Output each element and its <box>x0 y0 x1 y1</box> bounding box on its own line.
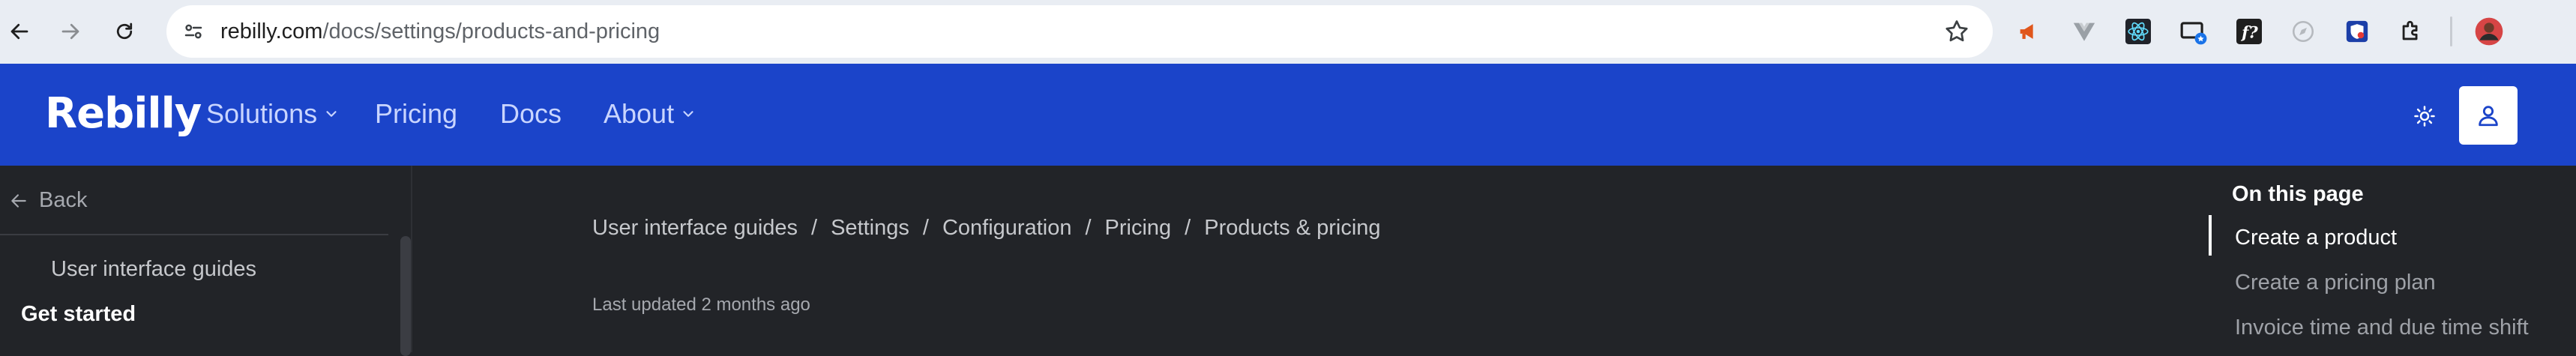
sun-icon[interactable] <box>2410 101 2440 131</box>
back-link[interactable]: Back <box>9 188 87 213</box>
toc-item-create-a-pricing-plan[interactable]: Create a pricing plan <box>2235 271 2436 295</box>
cast-icon[interactable] <box>2176 13 2212 49</box>
nav-label: Solutions <box>206 98 318 129</box>
react-icon[interactable] <box>2120 13 2156 49</box>
puzzle-icon[interactable] <box>2393 13 2429 49</box>
toc-title: On this page <box>2232 182 2364 206</box>
nav-about[interactable]: About <box>604 98 696 130</box>
forward-arrow-icon[interactable] <box>52 13 88 49</box>
url-host: rebilly.com <box>220 19 323 43</box>
shield-icon[interactable] <box>2339 13 2375 49</box>
user-account-button[interactable] <box>2459 86 2518 145</box>
bookmark-star-icon[interactable] <box>1943 18 1970 45</box>
site-settings-icon[interactable] <box>177 15 210 48</box>
nav-docs[interactable]: Docs <box>500 98 562 130</box>
nav-label: Pricing <box>375 98 458 129</box>
chevron-down-icon <box>683 111 693 117</box>
nav-solutions[interactable]: Solutions <box>206 98 340 130</box>
toc-active-indicator <box>2209 215 2212 256</box>
vue-icon[interactable] <box>2066 13 2102 49</box>
chevron-down-icon <box>326 111 337 117</box>
divider <box>411 166 412 352</box>
megaphone-icon[interactable] <box>2011 13 2047 49</box>
nav-label: Docs <box>500 98 562 129</box>
docs-sidebar: Back User interface guides Get started <box>0 166 411 356</box>
toc-item-create-a-product[interactable]: Create a product <box>2235 226 2397 250</box>
breadcrumb-item[interactable]: Settings <box>831 216 909 241</box>
breadcrumb-separator: / <box>811 216 818 240</box>
breadcrumb-separator: / <box>1185 216 1191 240</box>
function-icon[interactable]: f? <box>2231 13 2267 49</box>
last-updated: Last updated 2 months ago <box>592 295 810 315</box>
table-of-contents: On this page Create a product Create a p… <box>2209 166 2576 352</box>
toc-item-invoice-time-and-due-time-shift[interactable]: Invoice time and due time shift <box>2235 316 2529 340</box>
address-bar[interactable]: rebilly.com/docs/settings/products-and-p… <box>166 5 1993 58</box>
breadcrumb-item[interactable]: Pricing <box>1105 216 1172 241</box>
nav-label: About <box>604 98 675 129</box>
breadcrumb-item[interactable]: Configuration <box>942 216 1072 241</box>
rebilly-logo[interactable]: Rebilly <box>45 89 202 138</box>
breadcrumb-separator: / <box>922 216 929 240</box>
site-header: Rebilly Solutions Pricing Docs About <box>0 64 2576 166</box>
arrow-left-icon <box>11 193 26 208</box>
sidebar-section-get-started[interactable]: Get started <box>21 302 136 327</box>
breadcrumb-item[interactable]: User interface guides <box>592 216 798 241</box>
avatar[interactable] <box>2471 13 2507 49</box>
toolbar-divider <box>2450 16 2452 46</box>
sidebar-item-user-interface-guides[interactable]: User interface guides <box>51 257 256 282</box>
sidebar-scrollbar[interactable] <box>400 236 411 356</box>
reload-icon[interactable] <box>106 13 142 49</box>
browser-toolbar: rebilly.com/docs/settings/products-and-p… <box>0 0 2576 64</box>
compass-icon[interactable] <box>2285 13 2321 49</box>
nav-pricing[interactable]: Pricing <box>375 98 457 130</box>
back-label: Back <box>39 188 88 212</box>
url-text[interactable]: rebilly.com/docs/settings/products-and-p… <box>220 19 660 44</box>
url-path: /docs/settings/products-and-pricing <box>322 19 660 43</box>
breadcrumb: User interface guides / Settings / Confi… <box>592 216 1381 241</box>
breadcrumb-item-current: Products & pricing <box>1204 216 1381 240</box>
divider <box>0 234 388 235</box>
svg-text:f?: f? <box>2240 24 2258 43</box>
user-icon <box>2479 106 2498 127</box>
breadcrumb-separator: / <box>1085 216 1092 240</box>
back-arrow-icon[interactable] <box>1 13 37 49</box>
